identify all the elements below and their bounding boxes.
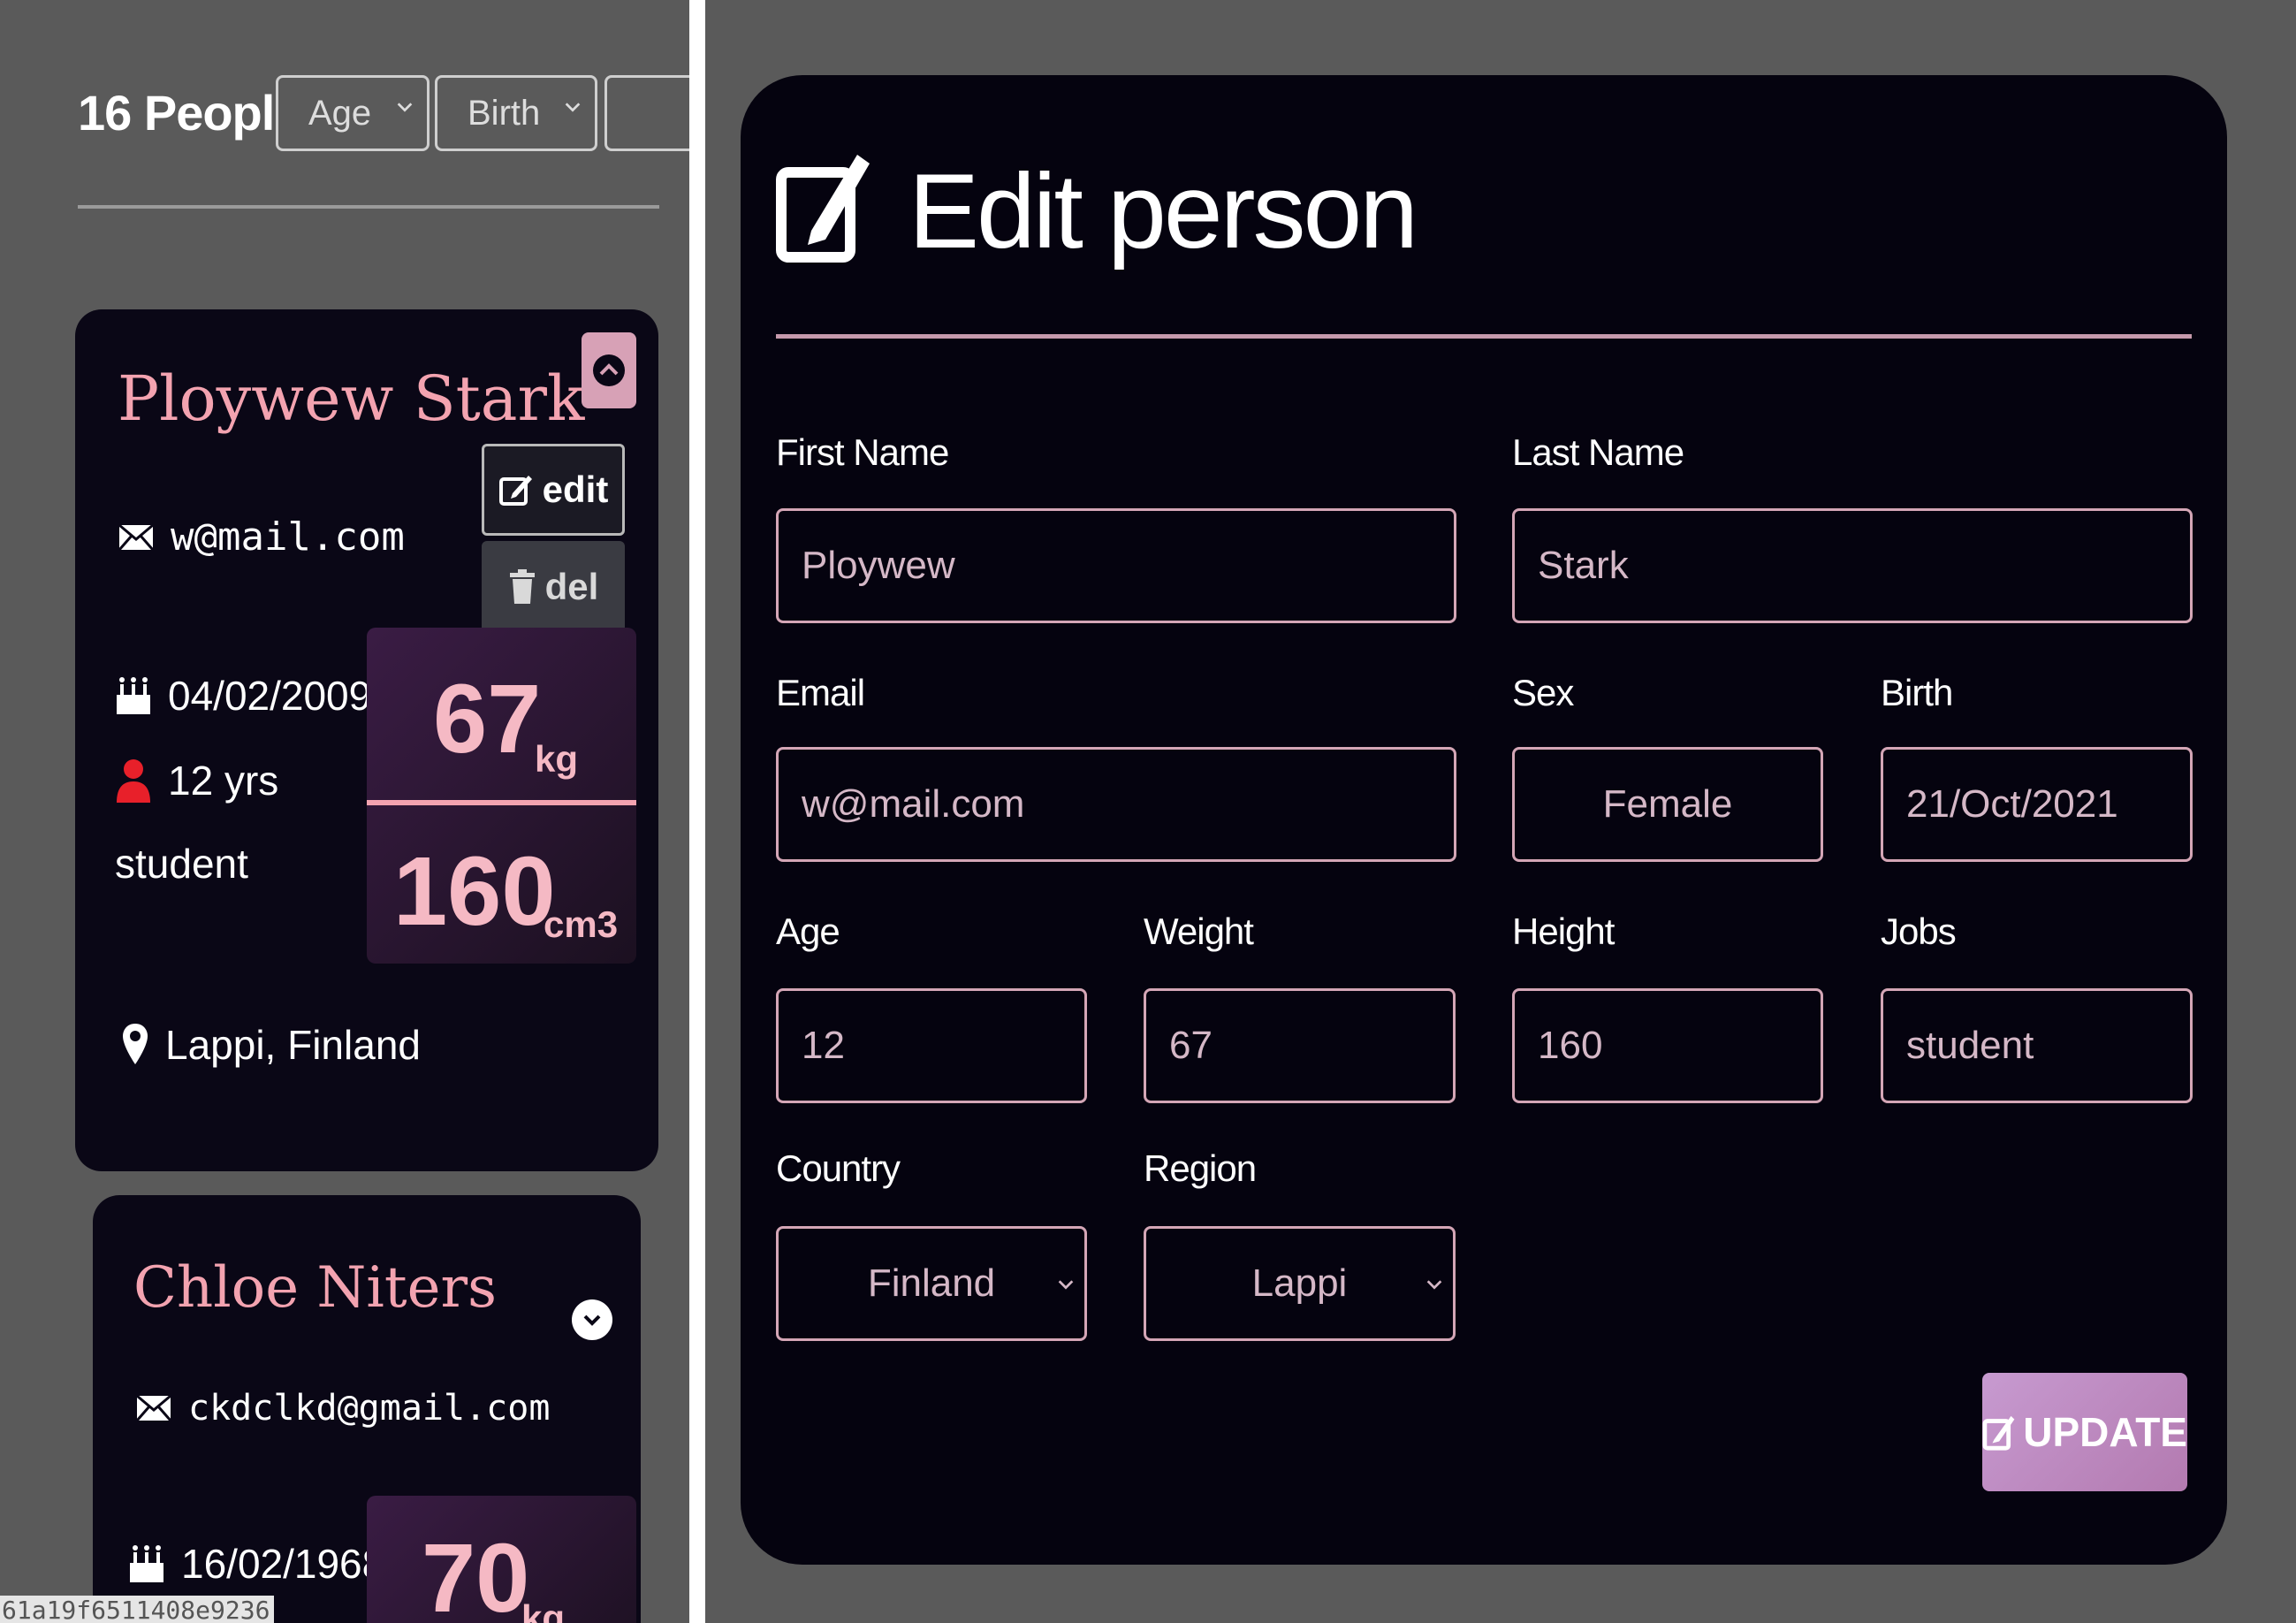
person-card: Ploywew Stark edit del w@mail.com 04/02/… — [75, 309, 658, 1171]
delete-label: del — [544, 566, 599, 607]
delete-button[interactable]: del — [482, 541, 625, 633]
update-button[interactable]: UPDATE — [1982, 1373, 2187, 1491]
last-name-field[interactable]: Stark — [1512, 508, 2193, 623]
edit-person-panel: Edit person First Name Last Name Ploywew… — [741, 75, 2227, 1565]
height-field[interactable]: 160 — [1512, 988, 1823, 1103]
birth-text: 16/02/1968 — [181, 1541, 385, 1587]
sex-value: Female — [1602, 782, 1733, 826]
birth-row: 04/02/2009 — [115, 672, 371, 720]
envelope-icon — [135, 1394, 172, 1421]
jobs-label: Jobs — [1881, 911, 1957, 952]
sex-field[interactable]: Female — [1512, 747, 1823, 862]
height-value: 160 — [393, 837, 556, 946]
page-title: Edit person — [909, 152, 1418, 270]
weight-label: Weight — [1144, 911, 1254, 952]
first-name-value: Ploywew — [802, 544, 955, 587]
country-select[interactable]: Finland — [776, 1226, 1087, 1341]
title-divider — [776, 334, 2192, 339]
height-unit: cm3 — [544, 903, 619, 945]
body-stats-panel: 67 kg 160 cm3 — [367, 628, 636, 964]
person-name: Chloe Niters — [133, 1255, 497, 1321]
age-value: 12 — [802, 1024, 845, 1067]
region-label: Region — [1144, 1147, 1257, 1189]
sex-label: Sex — [1512, 672, 1574, 713]
expand-toggle-button[interactable] — [572, 1299, 612, 1340]
jobs-value: student — [1906, 1024, 2034, 1067]
person-card: Chloe Niters ckdclkd@gmail.com 16/02/196… — [93, 1195, 641, 1623]
region-value: Lappi — [1251, 1261, 1348, 1305]
age-row: 12 yrs — [115, 757, 278, 804]
people-count: 16 People — [78, 85, 301, 141]
email-row: w@mail.com — [118, 514, 405, 560]
email-text: ckdclkd@gmail.com — [188, 1388, 551, 1429]
people-list-pane: 16 People Age Birth Ploywew Stark edit d… — [0, 0, 689, 1623]
weight-value: 70 — [422, 1524, 530, 1623]
job-text: student — [115, 841, 248, 887]
age-text: 12 yrs — [168, 758, 279, 804]
email-value: w@mail.com — [802, 782, 1025, 826]
collapse-toggle-button[interactable] — [582, 332, 636, 408]
chevron-down-icon — [583, 1314, 601, 1326]
email-row: ckdclkd@gmail.com — [135, 1388, 550, 1429]
last-name-label: Last Name — [1512, 431, 1684, 473]
birth-value: 21/Oct/2021 — [1906, 782, 2118, 826]
weight-unit: kg — [535, 738, 579, 780]
map-pin-icon — [123, 1024, 148, 1064]
weight-unit: kg — [521, 1597, 566, 1623]
birth-text: 04/02/2009 — [168, 673, 372, 719]
sort-age-select[interactable]: Age — [276, 75, 430, 151]
chevron-down-icon — [397, 103, 413, 112]
trash-icon — [509, 569, 535, 604]
sort-birth-select[interactable]: Birth — [435, 75, 597, 151]
edit-label: edit — [542, 469, 609, 510]
email-field[interactable]: w@mail.com — [776, 747, 1456, 862]
age-label: Age — [776, 911, 840, 952]
pane-divider — [689, 0, 705, 1623]
jobs-field[interactable]: student — [1881, 988, 2193, 1103]
weight-value: 67 — [1169, 1024, 1213, 1067]
person-name: Ploywew Stark — [118, 362, 585, 435]
birth-field[interactable]: 21/Oct/2021 — [1881, 747, 2193, 862]
birth-label: Birth — [1881, 672, 1953, 713]
chevron-down-icon — [1058, 1280, 1074, 1290]
age-field[interactable]: 12 — [776, 988, 1087, 1103]
stats-divider — [367, 800, 636, 805]
birthday-cake-icon — [117, 677, 150, 714]
chevron-down-icon — [565, 103, 581, 112]
chevron-up-icon — [593, 354, 625, 386]
email-text: w@mail.com — [171, 514, 405, 560]
last-name-value: Stark — [1538, 544, 1629, 587]
chevron-down-icon — [1426, 1280, 1442, 1290]
height-label: Height — [1512, 911, 1615, 952]
birthday-cake-icon — [130, 1545, 163, 1582]
edit-icon — [498, 476, 532, 506]
status-bar-url: 61a19f6511408e9236 — [0, 1596, 274, 1623]
location-text: Lappi, Finland — [165, 1022, 421, 1068]
country-value: Finland — [867, 1261, 996, 1305]
region-select[interactable]: Lappi — [1144, 1226, 1456, 1341]
sort-third-select[interactable] — [604, 75, 689, 151]
sort-age-label: Age — [308, 93, 372, 133]
sort-birth-label: Birth — [468, 93, 541, 133]
weight-value: 67 — [433, 665, 542, 773]
country-label: Country — [776, 1147, 901, 1189]
update-label: UPDATE — [2023, 1409, 2187, 1455]
edit-icon — [776, 155, 870, 263]
first-name-label: First Name — [776, 431, 949, 473]
envelope-icon — [118, 523, 155, 551]
weight-field[interactable]: 67 — [1144, 988, 1456, 1103]
edit-button[interactable]: edit — [482, 444, 625, 536]
height-value: 160 — [1538, 1024, 1603, 1067]
header-divider — [78, 205, 659, 209]
body-stats-panel: 70 kg — [367, 1496, 636, 1623]
edit-icon — [1982, 1415, 2015, 1451]
first-name-field[interactable]: Ploywew — [776, 508, 1456, 623]
birth-row: 16/02/1968 — [128, 1540, 384, 1588]
email-label: Email — [776, 672, 865, 713]
location-row: Lappi, Finland — [121, 1021, 421, 1069]
user-icon — [117, 759, 150, 803]
